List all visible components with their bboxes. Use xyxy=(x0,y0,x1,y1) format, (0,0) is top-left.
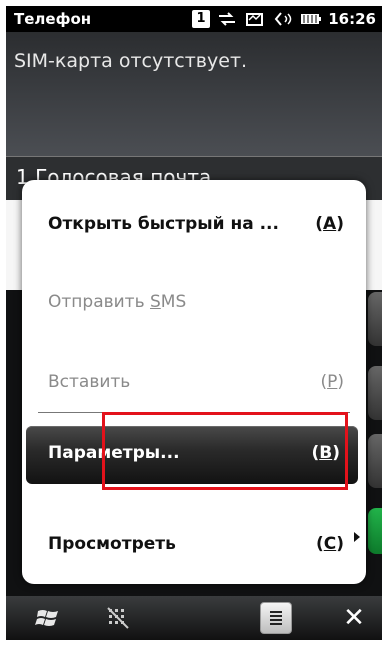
bottom-bar: ✕ xyxy=(6,596,382,640)
submenu-arrow-icon xyxy=(354,532,360,542)
menu-item-label: Открыть быстрый на ... xyxy=(48,214,279,234)
message-icon[interactable] xyxy=(244,10,266,28)
menu-item-label: Вставить xyxy=(48,372,131,392)
status-bar: Телефон 1 16:26 xyxy=(6,6,382,32)
sim-status-message: SIM-карта отсутствует. xyxy=(14,50,248,72)
context-menu: Открыть быстрый на ... (A) Отправить SMS… xyxy=(22,180,366,584)
windows-start-icon[interactable] xyxy=(32,602,64,634)
connectivity-icon[interactable] xyxy=(216,10,238,28)
menu-button[interactable] xyxy=(260,602,292,634)
menu-item-shortcut: (P) xyxy=(320,372,344,392)
menu-icon[interactable] xyxy=(260,602,292,634)
clock[interactable]: 16:26 xyxy=(328,10,376,28)
menu-item-speed-dial[interactable]: Открыть быстрый на ... (A) xyxy=(22,200,366,250)
volume-icon[interactable] xyxy=(272,10,294,28)
keyboard-grid-icon[interactable] xyxy=(102,602,134,634)
info-panel: SIM-карта отсутствует. xyxy=(6,32,382,156)
side-button[interactable] xyxy=(368,434,382,488)
menu-item-label: Отправить SMS xyxy=(48,292,187,312)
notification-badge[interactable]: 1 xyxy=(192,10,210,28)
menu-item-label: Просмотреть xyxy=(48,534,176,554)
menu-item-view[interactable]: Просмотреть (C) xyxy=(22,520,366,570)
menu-item-send-sms: Отправить SMS xyxy=(22,278,366,328)
menu-item-shortcut: (A) xyxy=(315,214,344,234)
side-button[interactable] xyxy=(368,292,382,346)
highlight-annotation xyxy=(102,412,348,490)
battery-icon[interactable] xyxy=(300,10,322,28)
side-button[interactable] xyxy=(368,366,382,420)
close-icon[interactable]: ✕ xyxy=(338,602,370,634)
status-icons: 1 xyxy=(192,9,322,29)
phone-screen: Телефон 1 16:26 SIM-карта отсутствует. 1… xyxy=(6,6,382,640)
menu-item-paste: Вставить (P) xyxy=(22,358,366,408)
menu-item-shortcut: (C) xyxy=(315,534,344,554)
call-button[interactable] xyxy=(368,508,382,554)
app-title: Телефон xyxy=(14,10,92,28)
